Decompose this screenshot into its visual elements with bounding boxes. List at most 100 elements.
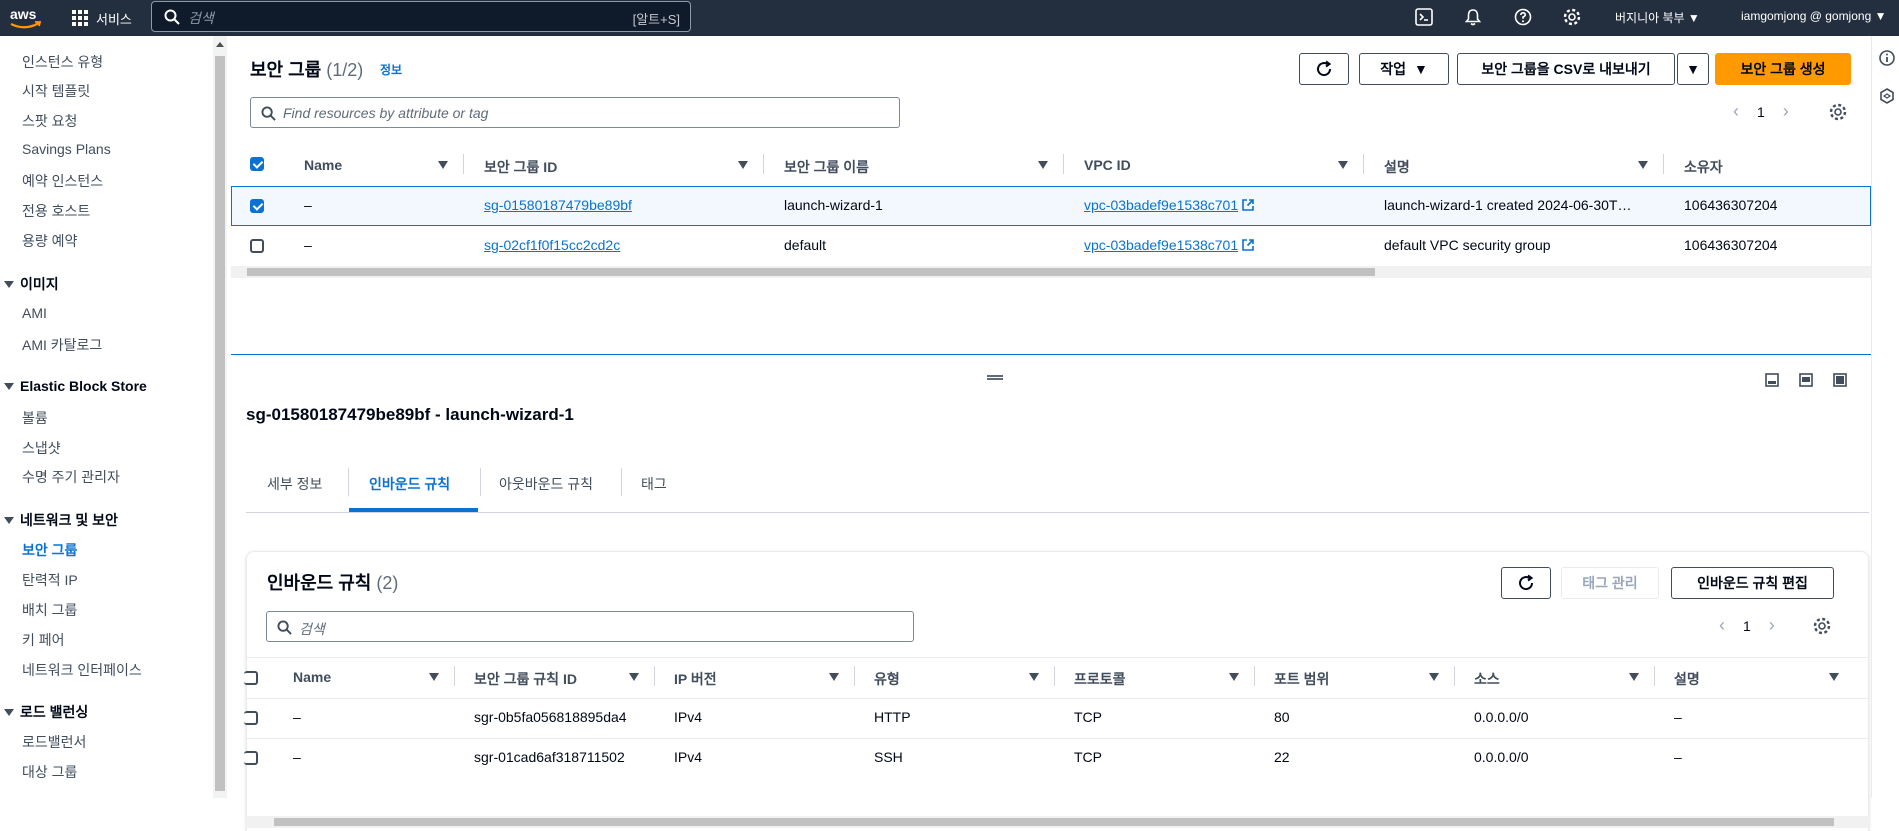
column-header-vpc-id[interactable]: VPC ID [1084,157,1131,173]
column-divider[interactable] [463,154,464,174]
inbound-search-input[interactable]: 검색 [266,611,914,642]
scrollbar-thumb[interactable] [215,56,225,791]
sidebar-item-instance-types[interactable]: 인스턴스 유형 [22,52,103,72]
scroll-up-arrow-icon[interactable] [216,42,224,47]
column-divider[interactable] [1363,154,1364,174]
cell-vpc-id[interactable]: vpc-03badef9e1538c701 [1084,197,1254,213]
scrollbar-thumb[interactable] [247,268,1375,276]
sidebar-item-volumes[interactable]: 볼륨 [22,408,48,428]
sidebar-section-images[interactable]: 이미지 [4,274,59,294]
export-dropdown-button[interactable]: ▼ [1677,53,1709,85]
column-header-protocol[interactable]: 프로토콜 [1074,669,1126,689]
help-icon[interactable] [1514,8,1532,26]
sort-icon[interactable] [1038,161,1048,169]
manage-tags-button[interactable]: 태그 관리 [1561,567,1659,599]
sidebar-item-network-interfaces[interactable]: 네트워크 인터페이스 [22,660,142,680]
row-checkbox[interactable] [250,199,264,213]
sidebar-item-reserved-instances[interactable]: 예약 인스턴스 [22,171,103,191]
next-page-icon[interactable]: › [1783,101,1789,122]
column-divider[interactable] [763,154,764,174]
sidebar-item-ami[interactable]: AMI [22,305,47,321]
filter-input[interactable]: Find resources by attribute or tag [250,97,900,128]
sort-icon[interactable] [629,673,639,681]
sort-icon[interactable] [1638,161,1648,169]
column-header-sg-name[interactable]: 보안 그룹 이름 [784,157,869,177]
sidebar-item-ami-catalog[interactable]: AMI 카탈로그 [22,335,102,355]
column-divider[interactable] [1454,666,1455,686]
account-menu[interactable]: iamgomjong @ gomjong ▼ [1741,9,1886,23]
drag-handle-icon[interactable] [987,375,1003,380]
column-header-description[interactable]: 설명 [1674,669,1700,689]
table-preferences-gear-icon[interactable] [1829,103,1847,124]
sort-icon[interactable] [1429,673,1439,681]
sidebar-item-capacity-reservations[interactable]: 용량 예약 [22,231,77,251]
sidebar-section-network-security[interactable]: 네트워크 및 보안 [4,510,118,530]
column-header-description[interactable]: 설명 [1384,157,1410,177]
previous-page-icon[interactable]: ‹ [1733,101,1739,122]
column-divider[interactable] [1663,154,1664,174]
notifications-bell-icon[interactable] [1464,8,1482,26]
vpc-id-link[interactable]: vpc-03badef9e1538c701 [1084,197,1238,213]
cell-sg-id-link[interactable]: sg-02cf1f0f15cc2cd2c [484,237,620,253]
sort-icon[interactable] [738,161,748,169]
tab-inbound-rules[interactable]: 인바운드 규칙 [369,474,450,494]
panel-maximize-icon[interactable] [1833,373,1847,390]
sidebar-item-load-balancers[interactable]: 로드밸런서 [22,732,86,752]
column-header-name[interactable]: Name [304,157,342,173]
inbound-horizontal-scrollbar[interactable] [246,816,1869,828]
panel-position-side-icon[interactable] [1799,373,1813,390]
export-csv-button[interactable]: 보안 그룹을 CSV로 내보내기 [1457,53,1675,85]
row-checkbox[interactable] [244,751,258,765]
tab-details[interactable]: 세부 정보 [267,474,322,494]
sort-icon[interactable] [438,161,448,169]
settings-gear-icon[interactable] [1563,8,1581,26]
column-divider[interactable] [1654,666,1655,686]
create-security-group-button[interactable]: 보안 그룹 생성 [1715,53,1851,85]
cell-vpc-id[interactable]: vpc-03badef9e1538c701 [1084,237,1254,253]
hexagon-icon[interactable] [1879,88,1895,107]
sidebar-item-dedicated-hosts[interactable]: 전용 호스트 [22,201,90,221]
next-page-icon[interactable]: › [1769,615,1775,636]
row-checkbox[interactable] [244,711,258,725]
sidebar-item-target-groups[interactable]: 대상 그룹 [22,762,77,782]
column-header-port-range[interactable]: 포트 범위 [1274,669,1329,689]
sidebar-scrollbar[interactable] [213,36,227,798]
sidebar-section-load-balancing[interactable]: 로드 밸런싱 [4,702,88,722]
aws-logo[interactable]: aws [8,4,42,30]
column-divider[interactable] [654,666,655,686]
column-divider[interactable] [1054,666,1055,686]
tab-tags[interactable]: 태그 [641,474,667,494]
services-menu-button[interactable]: 서비스 [72,6,132,30]
info-panel-icon[interactable] [1879,50,1895,69]
column-header-ip-version[interactable]: IP 버전 [674,669,717,689]
column-header-type[interactable]: 유형 [874,669,900,689]
sort-icon[interactable] [1629,673,1639,681]
inbound-select-all-checkbox[interactable] [244,671,258,685]
sidebar-item-spot-requests[interactable]: 스팟 요청 [22,111,77,131]
edit-inbound-rules-button[interactable]: 인바운드 규칙 편집 [1671,567,1834,599]
sort-icon[interactable] [829,673,839,681]
split-panel-divider[interactable] [231,354,1871,355]
sidebar-item-placement-groups[interactable]: 배치 그룹 [22,600,77,620]
sort-icon[interactable] [1829,673,1839,681]
sidebar-section-ebs[interactable]: Elastic Block Store [4,378,147,394]
vpc-id-link[interactable]: vpc-03badef9e1538c701 [1084,237,1238,253]
sidebar-item-elastic-ips[interactable]: 탄력적 IP [22,570,78,590]
column-divider[interactable] [1254,666,1255,686]
previous-page-icon[interactable]: ‹ [1719,615,1725,636]
scrollbar-thumb[interactable] [274,818,1834,826]
sidebar-item-savings-plans[interactable]: Savings Plans [22,141,111,157]
cell-sg-id-link[interactable]: sg-01580187479be89bf [484,197,632,213]
sort-icon[interactable] [1029,673,1039,681]
sort-icon[interactable] [429,673,439,681]
column-divider[interactable] [454,666,455,686]
cloudshell-icon[interactable] [1415,8,1433,26]
sidebar-item-security-groups[interactable]: 보안 그룹 [22,540,77,560]
column-header-owner[interactable]: 소유자 [1684,157,1723,177]
column-header-source[interactable]: 소스 [1474,669,1500,689]
row-checkbox[interactable] [250,239,264,253]
sort-icon[interactable] [1338,161,1348,169]
column-header-rule-id[interactable]: 보안 그룹 규칙 ID [474,669,577,689]
info-link[interactable]: 정보 [380,61,402,78]
column-divider[interactable] [1063,154,1064,174]
